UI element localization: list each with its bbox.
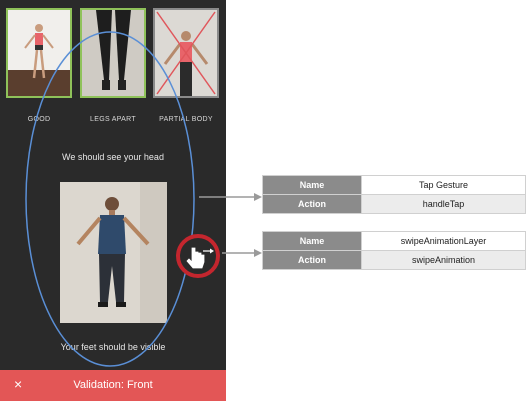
annotation-table-swipe: Name swipeAnimationLayer Action swipeAni… [262,231,526,270]
annotation-key: Action [262,250,362,270]
thumbnail-partial-body[interactable] [153,8,219,98]
thumbnail-label-partial-body: PARTIAL BODY [159,116,213,123]
annotation-table-tap: Name Tap Gesture Action handleTap [262,175,526,214]
user-photo [60,182,167,323]
validation-title: Validation: Front [73,379,153,391]
phone-screen: × GOOD LEGS APART [0,0,226,401]
annotation-key: Name [262,231,362,251]
thumbnail-legs-apart[interactable] [80,8,146,98]
thumbnail-label-legs-apart: LEGS APART [90,116,136,123]
pose-good-image [8,10,70,96]
hand-pointer-icon [176,234,220,278]
pose-legs-apart-image [82,10,144,96]
annotation-value: swipeAnimationLayer [361,231,526,251]
annotation-value: handleTap [361,194,526,214]
user-photo-image [60,182,167,323]
reject-cross-icon [156,11,216,95]
thumbnail-good[interactable] [6,8,72,98]
validation-bar: × Validation: Front [0,370,226,401]
thumbnail-label-good: GOOD [27,116,51,123]
annotation-value: Tap Gesture [361,175,526,195]
annotation-key: Name [262,175,362,195]
hint-head: We should see your head [62,152,164,162]
annotation-value: swipeAnimation [361,250,526,270]
hint-feet: Your feet should be visible [60,342,166,352]
annotation-key: Action [262,194,362,214]
swipe-arrow-icon [186,247,214,269]
